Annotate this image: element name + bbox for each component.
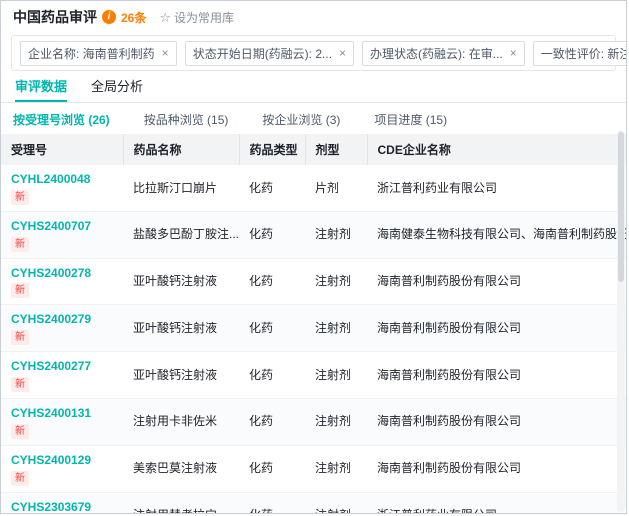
main-tabs: 审评数据 全局分析 xyxy=(1,71,626,103)
table-row[interactable]: CYHS2400707 新 盐酸多巴酚丁胺注... 化药 注射剂 海南健泰生物科… xyxy=(1,211,626,258)
result-count: 26条 xyxy=(121,9,146,26)
new-badge: 新 xyxy=(11,190,29,205)
dosage-form: 注射剂 xyxy=(305,305,367,352)
dosage-form: 注射剂 xyxy=(305,352,367,399)
drug-type: 化药 xyxy=(239,165,305,211)
drug-name: 亚叶酸钙注射液 xyxy=(123,305,239,352)
cde-company: 海南普利制药股份有限公司 xyxy=(367,445,626,492)
dosage-form: 注射剂 xyxy=(305,398,367,445)
close-icon[interactable]: × xyxy=(339,47,346,59)
cde-company: 海南普利制药股份有限公司 xyxy=(367,398,626,445)
scrollbar-thumb[interactable] xyxy=(618,132,624,282)
acceptance-id-link[interactable]: CYHS2400131 xyxy=(11,405,113,422)
table-header: 受理号 药品名称 药品类型 剂型 CDE企业名称 xyxy=(1,134,626,165)
drug-type: 化药 xyxy=(239,398,305,445)
col-header-drug-name: 药品名称 xyxy=(123,134,239,165)
drug-type: 化药 xyxy=(239,305,305,352)
subtab-by-variety[interactable]: 按品种浏览 (15) xyxy=(144,111,229,128)
close-icon[interactable]: × xyxy=(510,47,517,59)
view-subtabs: 按受理号浏览 (26) 按品种浏览 (15) 按企业浏览 (3) 项目进度 (1… xyxy=(1,103,626,134)
col-header-cde-company: CDE企业名称 xyxy=(367,134,626,165)
filter-tag-status[interactable]: 办理状态(药融云): 在审... × xyxy=(362,41,525,66)
page-title: 中国药品审评 xyxy=(13,7,97,27)
filter-tag-label: 企业名称: 海南普利制药 xyxy=(28,45,155,62)
col-header-acceptance-number: 受理号 xyxy=(1,134,123,165)
cde-company: 浙江普利药业有限公司 xyxy=(367,492,626,514)
new-badge: 新 xyxy=(11,377,29,392)
new-badge: 新 xyxy=(11,424,29,439)
acceptance-id-link[interactable]: CYHS2400278 xyxy=(11,265,113,282)
dosage-form: 注射剂 xyxy=(305,211,367,258)
close-icon[interactable]: × xyxy=(162,47,169,59)
subtab-by-company[interactable]: 按企业浏览 (3) xyxy=(262,111,340,128)
cde-company: 海南普利制药股份有限公司 xyxy=(367,305,626,352)
drug-name: 盐酸多巴酚丁胺注... xyxy=(123,211,239,258)
acceptance-id-link[interactable]: CYHS2400277 xyxy=(11,358,113,375)
drug-name: 注射用替考拉宁 xyxy=(123,492,239,514)
drug-type: 化药 xyxy=(239,492,305,514)
page-header: 中国药品审评 i 26条 ☆ 设为常用库 xyxy=(1,1,626,33)
drug-name: 亚叶酸钙注射液 xyxy=(123,258,239,305)
new-badge: 新 xyxy=(11,237,29,252)
table-row[interactable]: CYHL2400048 新 比拉斯汀口崩片 化药 片剂 浙江普利药业有限公司 xyxy=(1,165,626,211)
star-icon: ☆ xyxy=(159,11,171,24)
drug-type: 化药 xyxy=(239,445,305,492)
new-badge: 新 xyxy=(11,471,29,486)
filter-tag-company[interactable]: 企业名称: 海南普利制药 × xyxy=(20,41,177,66)
cde-company: 浙江普利药业有限公司 xyxy=(367,165,626,211)
new-badge: 新 xyxy=(11,330,29,345)
drug-type: 化药 xyxy=(239,352,305,399)
favorite-button[interactable]: ☆ 设为常用库 xyxy=(159,9,234,26)
cde-company: 海南普利制药股份有限公司 xyxy=(367,258,626,305)
cde-company: 海南健泰生物科技有限公司、海南普利制药股份有限公司 xyxy=(367,211,626,258)
acceptance-id-link[interactable]: CYHS2400707 xyxy=(11,218,113,235)
acceptance-id-link[interactable]: CYHS2400279 xyxy=(11,311,113,328)
results-table: 受理号 药品名称 药品类型 剂型 CDE企业名称 CYHL2400048 新 比… xyxy=(1,134,626,514)
info-icon: i xyxy=(102,10,116,24)
col-header-dosage-form: 剂型 xyxy=(305,134,367,165)
drug-name: 美索巴莫注射液 xyxy=(123,445,239,492)
scrollbar[interactable] xyxy=(617,130,625,512)
acceptance-id-link[interactable]: CYHS2303679 xyxy=(11,499,113,514)
filter-bar: 企业名称: 海南普利制药 × 状态开始日期(药融云): 2... × 办理状态(… xyxy=(11,35,616,71)
filter-tag-consistency[interactable]: 一致性评价: 新注册分类... × xyxy=(533,41,627,66)
cde-company: 海南普利制药股份有限公司 xyxy=(367,352,626,399)
tab-global-analysis[interactable]: 全局分析 xyxy=(91,71,143,102)
table-row[interactable]: CYHS2400279 新 亚叶酸钙注射液 化药 注射剂 海南普利制药股份有限公… xyxy=(1,305,626,352)
dosage-form: 注射剂 xyxy=(305,445,367,492)
col-header-drug-type: 药品类型 xyxy=(239,134,305,165)
subtab-by-acceptance-number[interactable]: 按受理号浏览 (26) xyxy=(13,111,110,128)
dosage-form: 片剂 xyxy=(305,165,367,211)
table-row[interactable]: CYHS2400277 新 亚叶酸钙注射液 化药 注射剂 海南普利制药股份有限公… xyxy=(1,352,626,399)
table-row[interactable]: CYHS2303679 新 注射用替考拉宁 化药 注射剂 浙江普利药业有限公司 xyxy=(1,492,626,514)
subtab-project-progress[interactable]: 项目进度 (15) xyxy=(374,111,447,128)
tab-review-data[interactable]: 审评数据 xyxy=(15,71,67,102)
table-row[interactable]: CYHS2400129 新 美索巴莫注射液 化药 注射剂 海南普利制药股份有限公… xyxy=(1,445,626,492)
filter-tag-label: 状态开始日期(药融云): 2... xyxy=(193,45,332,62)
drug-type: 化药 xyxy=(239,211,305,258)
dosage-form: 注射剂 xyxy=(305,492,367,514)
table-row[interactable]: CYHS2400131 新 注射用卡非佐米 化药 注射剂 海南普利制药股份有限公… xyxy=(1,398,626,445)
filter-tag-label: 一致性评价: 新注册分类... xyxy=(541,45,627,62)
favorite-label: 设为常用库 xyxy=(174,9,234,26)
filter-tag-label: 办理状态(药融云): 在审... xyxy=(370,45,503,62)
drug-name: 注射用卡非佐米 xyxy=(123,398,239,445)
dosage-form: 注射剂 xyxy=(305,258,367,305)
drug-type: 化药 xyxy=(239,258,305,305)
drug-name: 亚叶酸钙注射液 xyxy=(123,352,239,399)
acceptance-id-link[interactable]: CYHL2400048 xyxy=(11,171,113,188)
drug-name: 比拉斯汀口崩片 xyxy=(123,165,239,211)
acceptance-id-link[interactable]: CYHS2400129 xyxy=(11,452,113,469)
page: 中国药品审评 i 26条 ☆ 设为常用库 企业名称: 海南普利制药 × 状态开始… xyxy=(0,0,627,514)
filter-tag-start-date[interactable]: 状态开始日期(药融云): 2... × xyxy=(185,41,354,66)
table-row[interactable]: CYHS2400278 新 亚叶酸钙注射液 化药 注射剂 海南普利制药股份有限公… xyxy=(1,258,626,305)
new-badge: 新 xyxy=(11,283,29,298)
